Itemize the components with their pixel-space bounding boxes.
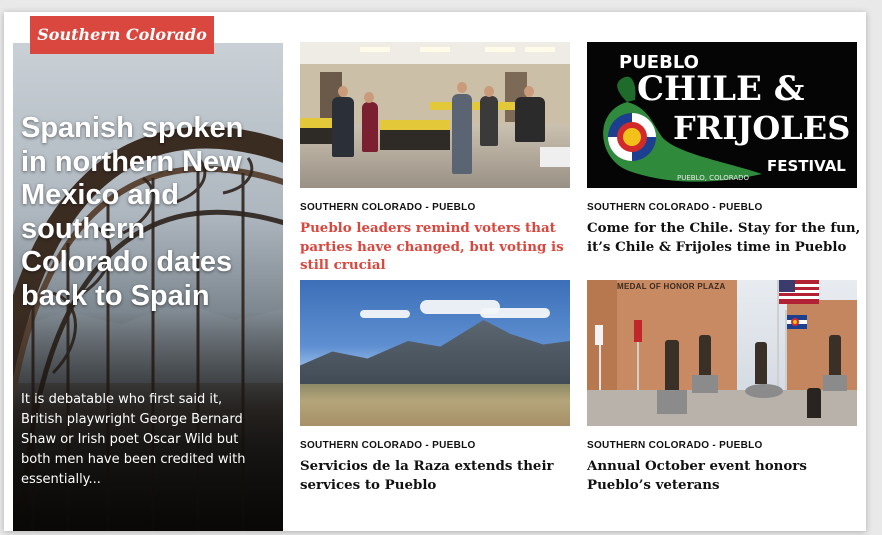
feature-headline[interactable]: Spanish spoken in northern New Mexico an… [21, 112, 266, 313]
region-tag[interactable]: Southern Colorado [30, 16, 214, 54]
story-headline[interactable]: Annual October event honors Pueblo’s vet… [587, 457, 862, 494]
statue [829, 335, 841, 375]
ballot-table [430, 102, 520, 110]
ceiling [300, 42, 570, 64]
person-head [457, 82, 467, 93]
person [515, 97, 545, 142]
colorado-flag-icon [787, 315, 807, 329]
chile-logo-line1: CHILE & [637, 69, 805, 109]
ceiling-light [360, 47, 390, 52]
statue [665, 340, 679, 390]
person-head [524, 86, 534, 97]
feature-excerpt: It is debatable who first said it, Briti… [21, 392, 246, 487]
mountain-landscape-photo[interactable] [300, 280, 570, 426]
statue [755, 342, 767, 384]
plaza-sign: MEDAL OF HONOR PLAZA [617, 282, 726, 291]
person-head [338, 86, 348, 97]
chile-logo-small: PUEBLO, COLORADO [677, 174, 750, 182]
white-flag-icon [595, 325, 603, 345]
statue-base [657, 390, 687, 414]
story-kicker[interactable]: SOUTHERN COLORADO - PUEBLO [300, 440, 570, 451]
person-head [484, 86, 494, 97]
story-kicker[interactable]: SOUTHERN COLORADO - PUEBLO [587, 440, 857, 451]
person-head [364, 92, 374, 103]
story-headline[interactable]: Come for the Chile. Stay for the fun, it… [587, 219, 862, 256]
chile-frijoles-festival-logo[interactable]: PUEBLO CHILE & FRIJOLES FESTIVAL PUEBLO,… [587, 42, 857, 188]
person [480, 96, 498, 146]
person [362, 102, 378, 152]
ceiling-light [485, 47, 515, 52]
person [452, 94, 472, 174]
plain [300, 384, 570, 426]
ballot-table-base [380, 130, 450, 150]
us-flag-icon [779, 280, 819, 304]
statue-base [692, 375, 718, 393]
chile-logo-line2: FRIJOLES [673, 109, 851, 147]
medal-of-honor-plaza-photo[interactable]: MEDAL OF HONOR PLAZA [587, 280, 857, 426]
statue-base [745, 384, 783, 398]
cloud [360, 310, 410, 318]
mountain [300, 320, 570, 390]
person [332, 97, 354, 157]
ballot-table [380, 120, 450, 130]
ceiling-light [420, 47, 450, 52]
red-flag-icon [634, 320, 642, 342]
voting-room-photo[interactable] [300, 42, 570, 188]
story-headline[interactable]: Servicios de la Raza extends their servi… [300, 457, 575, 494]
story-kicker[interactable]: SOUTHERN COLORADO - PUEBLO [300, 202, 570, 213]
ceiling-light [525, 47, 555, 52]
chile-logo-line3: FESTIVAL [767, 157, 846, 175]
statue [807, 388, 821, 418]
statue-base [823, 375, 847, 391]
story-kicker[interactable]: SOUTHERN COLORADO - PUEBLO [587, 202, 857, 213]
statue [699, 335, 711, 375]
cloud [480, 308, 550, 318]
story-headline[interactable]: Pueblo leaders remind voters that partie… [300, 219, 575, 275]
white-table [540, 147, 570, 167]
